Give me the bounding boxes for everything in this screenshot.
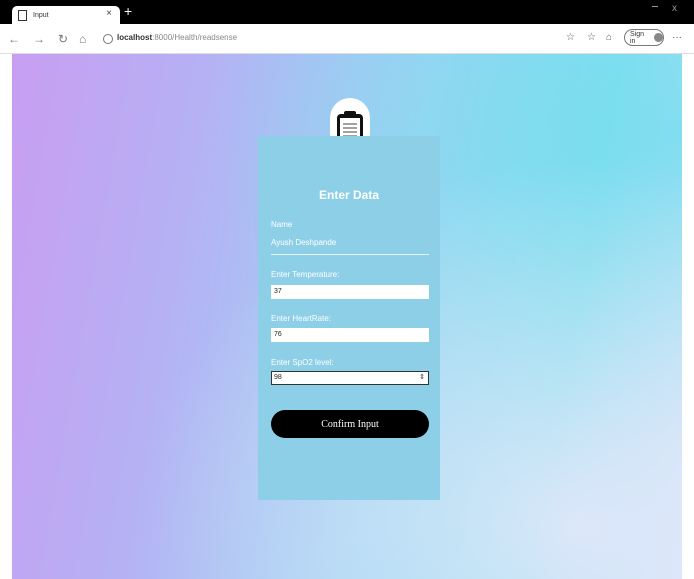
favorite-icon[interactable]: ☆: [566, 32, 575, 43]
browser-tab[interactable]: Input ×: [12, 6, 120, 24]
data-entry-card: Enter Data Name Ayush Deshpande Enter Te…: [258, 136, 440, 500]
home-icon[interactable]: ⌂: [79, 32, 86, 46]
spo2-select[interactable]: 98 ⇕: [271, 371, 429, 385]
window-close-icon[interactable]: x: [672, 3, 677, 14]
refresh-icon[interactable]: ↻: [58, 32, 68, 46]
page-icon: [18, 9, 27, 21]
profile-icon[interactable]: ⌂: [606, 32, 612, 43]
name-value: Ayush Deshpande: [271, 238, 337, 247]
url-host: localhost: [117, 33, 153, 42]
temperature-label: Enter Temperature:: [271, 270, 340, 279]
close-tab-icon[interactable]: ×: [106, 8, 112, 20]
spo2-value: 98: [274, 374, 282, 381]
chevron-down-icon: ⇕: [419, 374, 425, 381]
spo2-label: Enter SpO2 level:: [271, 358, 334, 367]
address-bar: ← → ↻ ⌂ localhost:8000/Health/readsense …: [0, 24, 694, 54]
back-icon[interactable]: ←: [8, 32, 20, 46]
collections-icon[interactable]: ☆: [587, 32, 596, 43]
name-underline: [271, 254, 429, 255]
heartrate-label: Enter HeartRate:: [271, 314, 332, 323]
temperature-input[interactable]: 37: [271, 285, 429, 299]
minimize-icon[interactable]: [652, 6, 658, 7]
url-field[interactable]: localhost:8000/Health/readsense: [117, 33, 237, 42]
forward-icon[interactable]: →: [33, 32, 45, 46]
form-title: Enter Data: [318, 188, 380, 202]
browser-titlebar: Input × + x: [0, 0, 694, 24]
tab-title: Input: [33, 11, 49, 19]
url-path: :8000/Health/readsense: [152, 33, 238, 42]
name-label: Name: [271, 220, 293, 229]
info-icon[interactable]: [103, 34, 113, 44]
confirm-input-button[interactable]: Confirm Input: [271, 410, 429, 438]
more-icon[interactable]: ···: [672, 32, 682, 43]
heartrate-input[interactable]: 76: [271, 328, 429, 342]
new-tab-icon[interactable]: +: [124, 3, 132, 19]
sign-in-button[interactable]: Sign in: [624, 29, 664, 46]
sign-in-label: Sign in: [630, 30, 645, 45]
avatar-icon: [654, 33, 663, 42]
page-background: Enter Data Name Ayush Deshpande Enter Te…: [12, 54, 682, 579]
